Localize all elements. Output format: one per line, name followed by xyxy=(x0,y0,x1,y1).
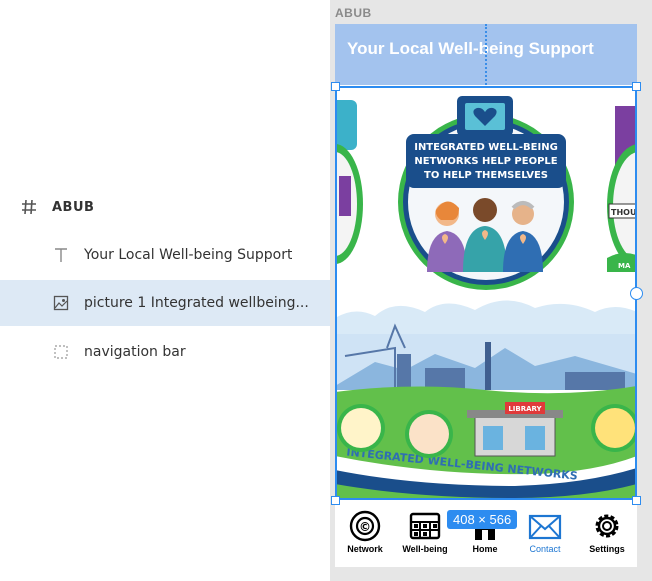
text-icon xyxy=(50,244,72,266)
layer-label: Your Local Well-being Support xyxy=(84,247,293,263)
layer-navigation-bar[interactable]: navigation bar xyxy=(0,329,330,375)
nav-network[interactable]: © Network xyxy=(337,510,393,567)
gear-icon xyxy=(595,514,619,538)
nav-label: Settings xyxy=(589,544,625,554)
resize-handle-bottom-left[interactable] xyxy=(331,496,340,505)
layer-label: navigation bar xyxy=(84,344,186,360)
artboard[interactable]: Your Local Well-being Support THOU MA IN… xyxy=(331,24,643,567)
nav-well-being[interactable]: Well-being xyxy=(397,510,453,567)
resize-handle-right[interactable] xyxy=(630,287,643,300)
mail-icon xyxy=(528,514,562,540)
title-bar[interactable]: Your Local Well-being Support xyxy=(335,24,637,85)
svg-text:©: © xyxy=(359,520,371,534)
layer-label: picture 1 Integrated wellbeing... xyxy=(84,295,309,311)
layer-group-abub[interactable]: ABUB xyxy=(0,184,330,230)
poster-picture[interactable]: THOU MA INTEGRATED WELL-BEING NETWORKS H… xyxy=(335,86,637,500)
center-guide xyxy=(485,24,487,85)
layer-picture[interactable]: picture 1 Integrated wellbeing... xyxy=(0,280,330,326)
grid-icon xyxy=(409,512,441,540)
image-icon xyxy=(50,292,72,314)
hash-icon xyxy=(18,196,40,218)
side-sign-text: THOU xyxy=(611,208,636,217)
nav-label: Well-being xyxy=(402,544,448,554)
poster-headline-1: INTEGRATED WELL-BEING xyxy=(414,142,558,153)
nav-label: Contact xyxy=(529,544,561,554)
layer-title-text[interactable]: Your Local Well-being Support xyxy=(0,232,330,278)
network-icon: © xyxy=(349,510,381,542)
nav-label: Home xyxy=(472,544,498,554)
nav-settings[interactable]: Settings xyxy=(579,510,635,567)
library-sign-text: LIBRARY xyxy=(508,405,542,413)
poster-headline-3: TO HELP THEMSELVES xyxy=(424,170,548,181)
layers-panel: ABUB Your Local Well-being Support pictu… xyxy=(0,0,330,581)
canvas: ABUB Your Local Well-being Support THOU … xyxy=(330,0,652,581)
layer-group-label: ABUB xyxy=(52,199,95,215)
resize-handle-top-right[interactable] xyxy=(632,82,641,91)
page-title: Your Local Well-being Support xyxy=(347,39,594,58)
nav-contact[interactable]: Contact xyxy=(517,510,573,567)
resize-handle-top-left[interactable] xyxy=(331,82,340,91)
artboard-label[interactable]: ABUB xyxy=(335,6,372,20)
selection-size-badge: 408 × 566 xyxy=(447,510,518,529)
design-editor: ABUB Your Local Well-being Support pictu… xyxy=(0,0,652,581)
poster-headline-2: NETWORKS HELP PEOPLE xyxy=(414,156,557,167)
resize-handle-bottom-right[interactable] xyxy=(632,496,641,505)
dashed-box-icon xyxy=(50,341,72,363)
side-sign-right-text: MA xyxy=(618,262,631,270)
poster-illustration: THOU MA INTEGRATED WELL-BEING NETWORKS H… xyxy=(335,86,637,500)
nav-label: Network xyxy=(347,544,383,554)
